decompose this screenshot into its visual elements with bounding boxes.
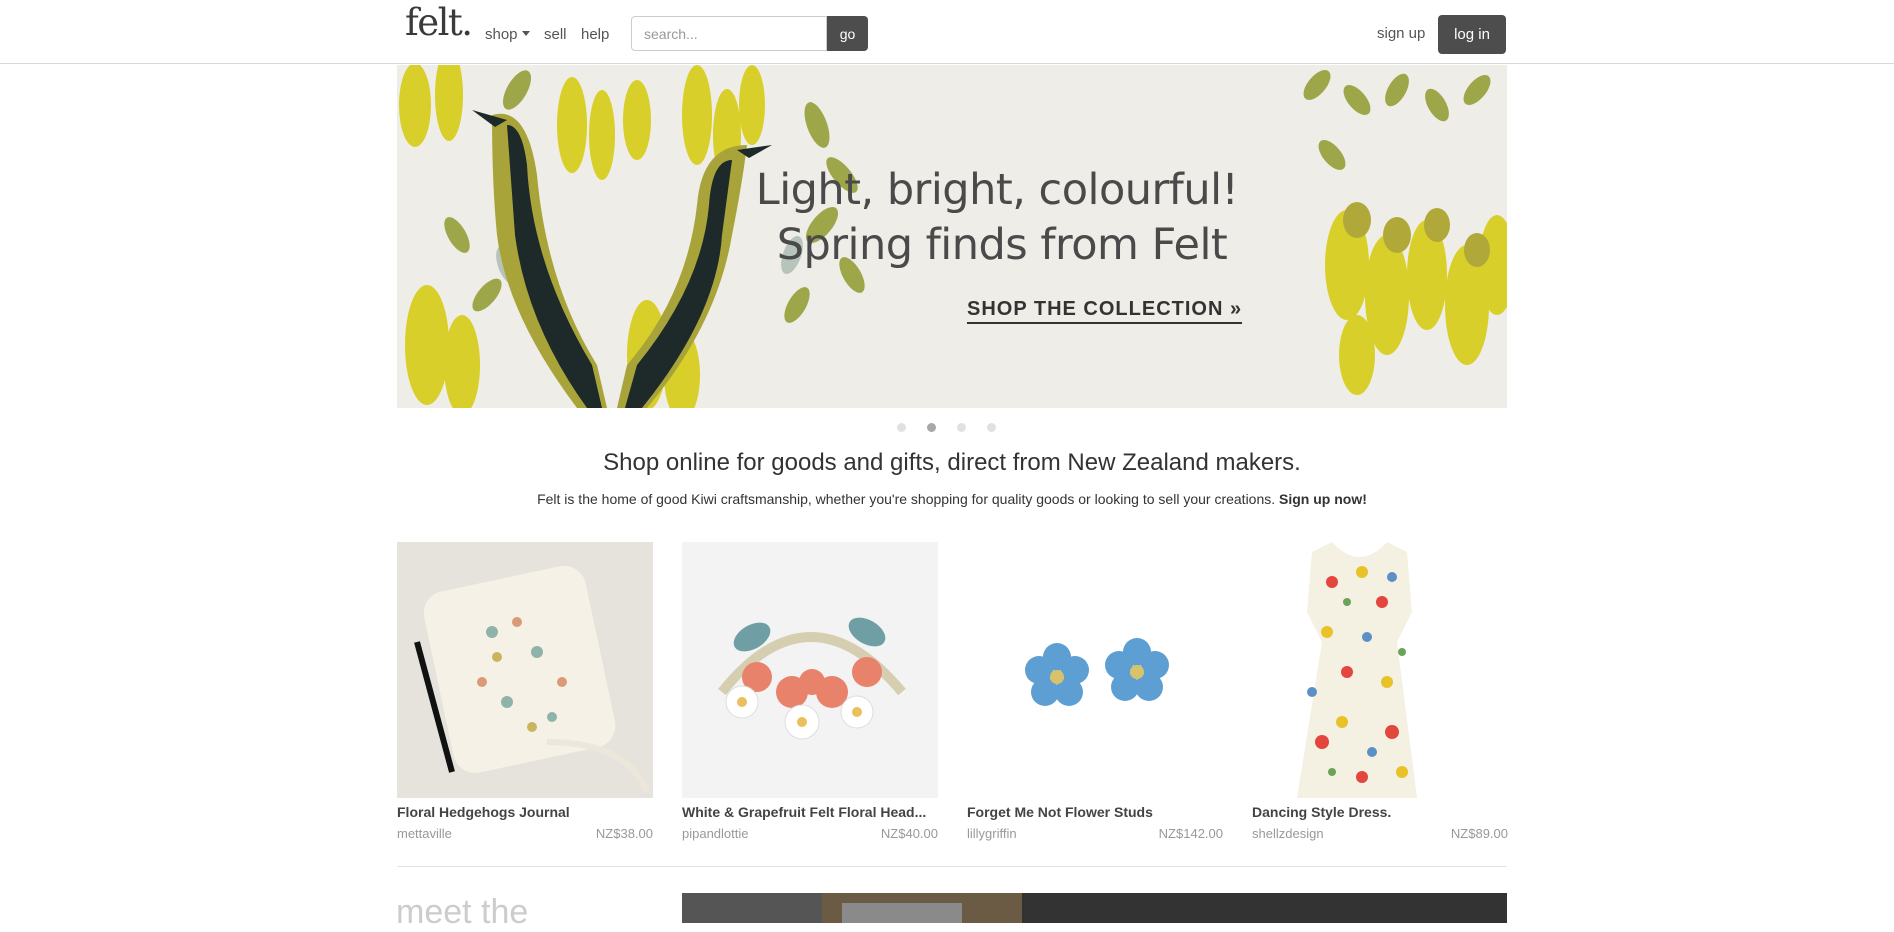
product-seller[interactable]: lillygriffin <box>967 826 1017 841</box>
product-price: NZ$89.00 <box>1450 826 1508 841</box>
product-title[interactable]: Floral Hedgehogs Journal <box>397 804 653 820</box>
product-image[interactable] <box>397 542 653 798</box>
product-price: NZ$40.00 <box>880 826 938 841</box>
product-card[interactable]: White & Grapefruit Felt Floral Head... p… <box>682 542 938 842</box>
product-price: NZ$142.00 <box>1158 826 1223 841</box>
product-title[interactable]: Forget Me Not Flower Studs <box>967 804 1223 820</box>
intro-headline: Shop online for goods and gifts, direct … <box>603 449 1301 476</box>
search-go-button[interactable]: go <box>827 16 868 51</box>
product-title[interactable]: Dancing Style Dress. <box>1252 804 1508 820</box>
product-seller[interactable]: shellzdesign <box>1252 826 1324 841</box>
product-title[interactable]: White & Grapefruit Felt Floral Head... <box>682 804 938 820</box>
shop-collection-link[interactable]: SHOP THE COLLECTION » <box>967 298 1243 324</box>
intro-body: Felt is the home of good Kiwi craftsmans… <box>0 491 1894 507</box>
meet-makers-heading: meet the <box>396 893 529 931</box>
product-price: NZ$38.00 <box>595 826 653 841</box>
carousel-dot-1[interactable] <box>897 423 906 432</box>
hero-banner[interactable]: Light, bright, colourful! Spring finds f… <box>397 65 1507 408</box>
nav-shop-label: shop <box>485 26 518 43</box>
caret-down-icon <box>521 31 530 36</box>
log-in-button[interactable]: log in <box>1438 15 1506 54</box>
carousel-dot-2[interactable] <box>927 423 936 432</box>
sign-up-now-link[interactable]: Sign up now! <box>1279 491 1367 507</box>
carousel-dot-4[interactable] <box>987 423 996 432</box>
banner-headline-2: Spring finds from Felt <box>776 220 1228 270</box>
product-image[interactable] <box>967 542 1223 798</box>
felt-logo[interactable]: felt. <box>405 1 473 44</box>
product-image[interactable] <box>1252 542 1508 798</box>
top-navbar: felt. shop sell help go sign up log in <box>0 0 1894 64</box>
product-seller[interactable]: mettaville <box>397 826 452 841</box>
section-divider <box>397 866 1507 867</box>
intro-body-text: Felt is the home of good Kiwi craftsmans… <box>537 491 1276 507</box>
banner-headline-1: Light, bright, colourful! <box>755 165 1239 215</box>
product-card[interactable]: Dancing Style Dress. shellzdesign NZ$89.0… <box>1252 542 1508 842</box>
search-input[interactable] <box>631 16 827 51</box>
sign-up-link[interactable]: sign up <box>1377 25 1425 42</box>
nav-shop-dropdown[interactable]: shop <box>485 26 530 43</box>
nav-help-link[interactable]: help <box>581 26 609 43</box>
nav-sell-link[interactable]: sell <box>544 26 567 43</box>
product-image[interactable] <box>682 542 938 798</box>
carousel-dot-3[interactable] <box>957 423 966 432</box>
product-card[interactable]: Forget Me Not Flower Studs lillygriffin N… <box>967 542 1223 842</box>
product-seller[interactable]: pipandlottie <box>682 826 749 841</box>
product-card[interactable]: Floral Hedgehogs Journal mettaville NZ$38… <box>397 542 653 842</box>
